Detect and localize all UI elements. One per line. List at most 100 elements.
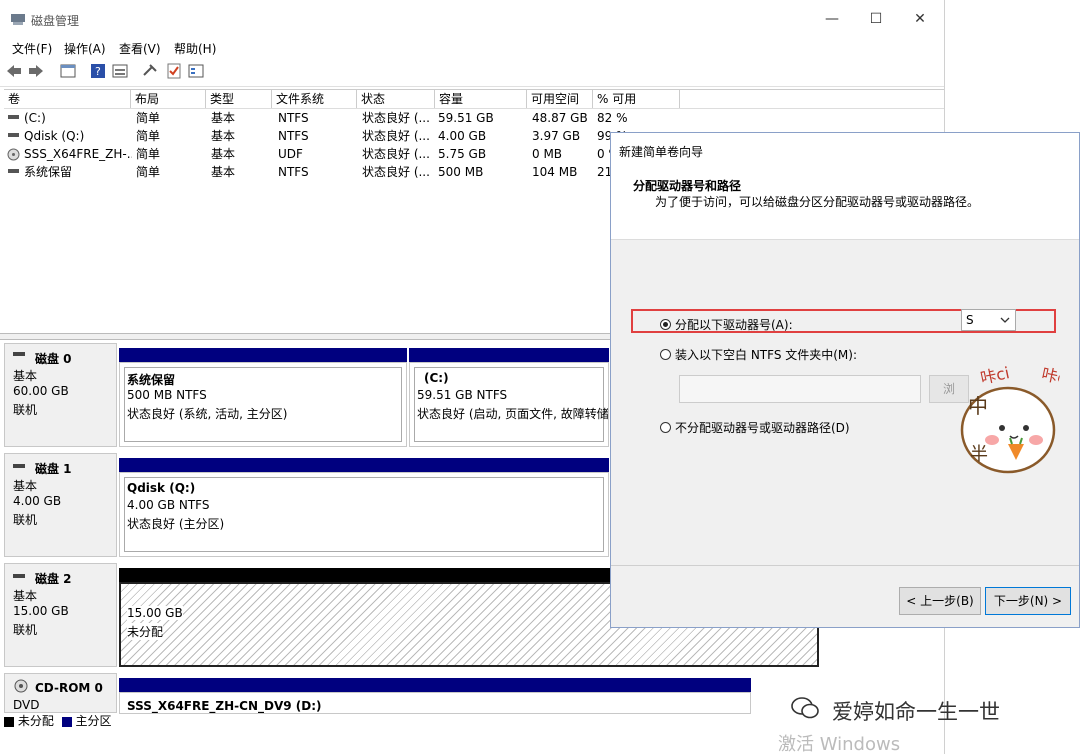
back-arrow-icon[interactable] [6, 64, 22, 78]
legend-label-unallocated: 未分配 [17, 714, 54, 728]
column-percent-free[interactable]: % 可用 [593, 90, 680, 108]
partition-status: 未分配 [127, 623, 164, 640]
volume-type: 基本 [211, 129, 236, 143]
disk-1-label-panel[interactable]: 磁盘 1 基本 4.00 GB 联机 [4, 453, 117, 557]
volume-status: 状态良好 (... [362, 165, 430, 179]
no-drive-letter-label[interactable]: 不分配驱动器号或驱动器路径(D) [675, 419, 850, 436]
checklist-icon[interactable] [166, 63, 182, 79]
disk-state: 联机 [13, 513, 38, 527]
menu-view[interactable]: 查看(V) [119, 40, 161, 57]
partition-c[interactable]: (C:) 59.51 GB NTFS 状态良好 (启动, 页面文件, 故障转储, [409, 362, 609, 447]
volume-layout: 简单 [136, 147, 161, 161]
drive-letter-select[interactable]: S [961, 309, 1016, 331]
minimize-button[interactable]: — [822, 10, 842, 28]
partition-size: 59.51 GB NTFS [417, 388, 508, 402]
column-capacity[interactable]: 容量 [435, 90, 527, 108]
volume-layout: 简单 [136, 129, 161, 143]
properties-panel-icon[interactable] [60, 63, 76, 79]
disk-type: DVD [13, 698, 40, 712]
column-volume[interactable]: 卷 [4, 90, 131, 108]
view-list-icon[interactable] [112, 63, 128, 79]
partition-dvd[interactable]: SSS_X64FRE_ZH-CN_DV9 (D:) [119, 692, 751, 714]
connect-icon[interactable] [142, 63, 158, 79]
menu-action[interactable]: 操作(A) [64, 40, 106, 57]
volume-capacity: 5.75 GB [438, 147, 487, 161]
wizard-heading: 分配驱动器号和路径 [633, 179, 742, 193]
legend-label-primary: 主分区 [75, 714, 112, 728]
partition-bar [119, 678, 751, 692]
partition-status: 状态良好 (系统, 活动, 主分区) [127, 407, 288, 421]
column-free-space[interactable]: 可用空间 [527, 90, 593, 108]
volume-name: Qdisk (Q:) [24, 129, 85, 143]
assign-drive-letter-radio[interactable] [660, 319, 671, 330]
cd-drive-icon [14, 679, 28, 693]
wizard-subheading: 为了便于访问，可以给磁盘分区分配驱动器号或驱动器路径。 [655, 195, 980, 209]
column-status[interactable]: 状态 [357, 90, 435, 108]
disk-name: 磁盘 0 [35, 352, 72, 366]
partition-system-reserved[interactable]: 系统保留 500 MB NTFS 状态良好 (系统, 活动, 主分区) [119, 362, 407, 447]
volume-free: 3.97 GB [532, 129, 581, 143]
column-type[interactable]: 类型 [206, 90, 272, 108]
volume-name: 系统保留 [24, 165, 73, 179]
mount-folder-radio[interactable] [660, 349, 671, 360]
partition-size: 4.00 GB NTFS [127, 498, 210, 512]
volume-icon [8, 115, 19, 119]
table-row[interactable]: (C:) 简单 基本 NTFS 状态良好 (... 59.51 GB 48.87… [4, 109, 944, 127]
disk-2-label-panel[interactable]: 磁盘 2 基本 15.00 GB 联机 [4, 563, 117, 667]
disk-0-label-panel[interactable]: 磁盘 0 基本 60.00 GB 联机 [4, 343, 117, 447]
wizard-header: 新建简单卷向导 分配驱动器号和路径 为了便于访问，可以给磁盘分区分配驱动器号或驱… [611, 133, 1079, 240]
cdrom-0-label-panel[interactable]: CD-ROM 0 DVD [4, 673, 117, 713]
partition-status: 状态良好 (启动, 页面文件, 故障转储, [417, 407, 609, 421]
menu-help[interactable]: 帮助(H) [174, 40, 216, 57]
volume-name: (C:) [24, 111, 46, 125]
volume-type: 基本 [211, 147, 236, 161]
volume-filesystem: NTFS [278, 165, 309, 179]
partition-title: (C:) [424, 371, 449, 385]
title-bar[interactable]: 磁盘管理 — ☐ ✕ [0, 0, 944, 38]
disk-type: 基本 [13, 369, 38, 383]
volume-free: 0 MB [532, 147, 563, 161]
partition-title: Qdisk (Q:) [127, 481, 196, 495]
maximize-button[interactable]: ☐ [866, 10, 886, 28]
back-button[interactable]: < 上一步(B) [899, 587, 981, 615]
folder-path-input[interactable] [679, 375, 921, 403]
volume-filesystem: NTFS [278, 129, 309, 143]
close-button[interactable]: ✕ [910, 10, 930, 28]
disk-icon [13, 352, 25, 356]
column-filesystem[interactable]: 文件系统 [272, 90, 357, 108]
mount-folder-label[interactable]: 装入以下空白 NTFS 文件夹中(M): [675, 346, 857, 363]
drive-letter-value: S [966, 313, 974, 327]
disk-state: 联机 [13, 623, 38, 637]
cd-drive-icon [7, 148, 20, 161]
menu-file[interactable]: 文件(F) [12, 40, 52, 57]
sticker-char-2: 半 [970, 444, 988, 465]
window-title: 磁盘管理 [31, 14, 80, 28]
volume-capacity: 4.00 GB [438, 129, 487, 143]
volume-free: 48.87 GB [532, 111, 588, 125]
column-layout[interactable]: 布局 [131, 90, 206, 108]
cartoon-sticker: 咔ci 咔ci 中 半 [950, 360, 1062, 475]
volume-icon [8, 133, 19, 137]
wechat-icon [791, 697, 819, 719]
no-drive-letter-radio[interactable] [660, 422, 671, 433]
help-icon[interactable]: ? [90, 63, 106, 79]
legend-swatch-unallocated [4, 716, 14, 727]
assign-drive-letter-label[interactable]: 分配以下驱动器号(A): [675, 316, 793, 333]
volume-type: 基本 [211, 165, 236, 179]
partition-size: 500 MB NTFS [127, 388, 207, 402]
disk-size: 4.00 GB [13, 494, 62, 508]
activate-windows-text: 激活 Windows [778, 734, 901, 755]
disk-size: 15.00 GB [13, 604, 69, 618]
volume-filesystem: NTFS [278, 111, 309, 125]
settings-panel-icon[interactable] [188, 63, 204, 79]
next-button[interactable]: 下一步(N) > [985, 587, 1071, 615]
forward-arrow-icon[interactable] [28, 64, 44, 78]
partition-qdisk[interactable]: Qdisk (Q:) 4.00 GB NTFS 状态良好 (主分区) [119, 472, 609, 557]
volume-free: 104 MB [532, 165, 578, 179]
disk-type: 基本 [13, 479, 38, 493]
disk-name: CD-ROM 0 [35, 681, 103, 695]
partition-bar [119, 458, 609, 472]
disk-state: 联机 [13, 403, 38, 417]
disk-size: 60.00 GB [13, 384, 69, 398]
partition-size: 15.00 GB [127, 606, 183, 620]
